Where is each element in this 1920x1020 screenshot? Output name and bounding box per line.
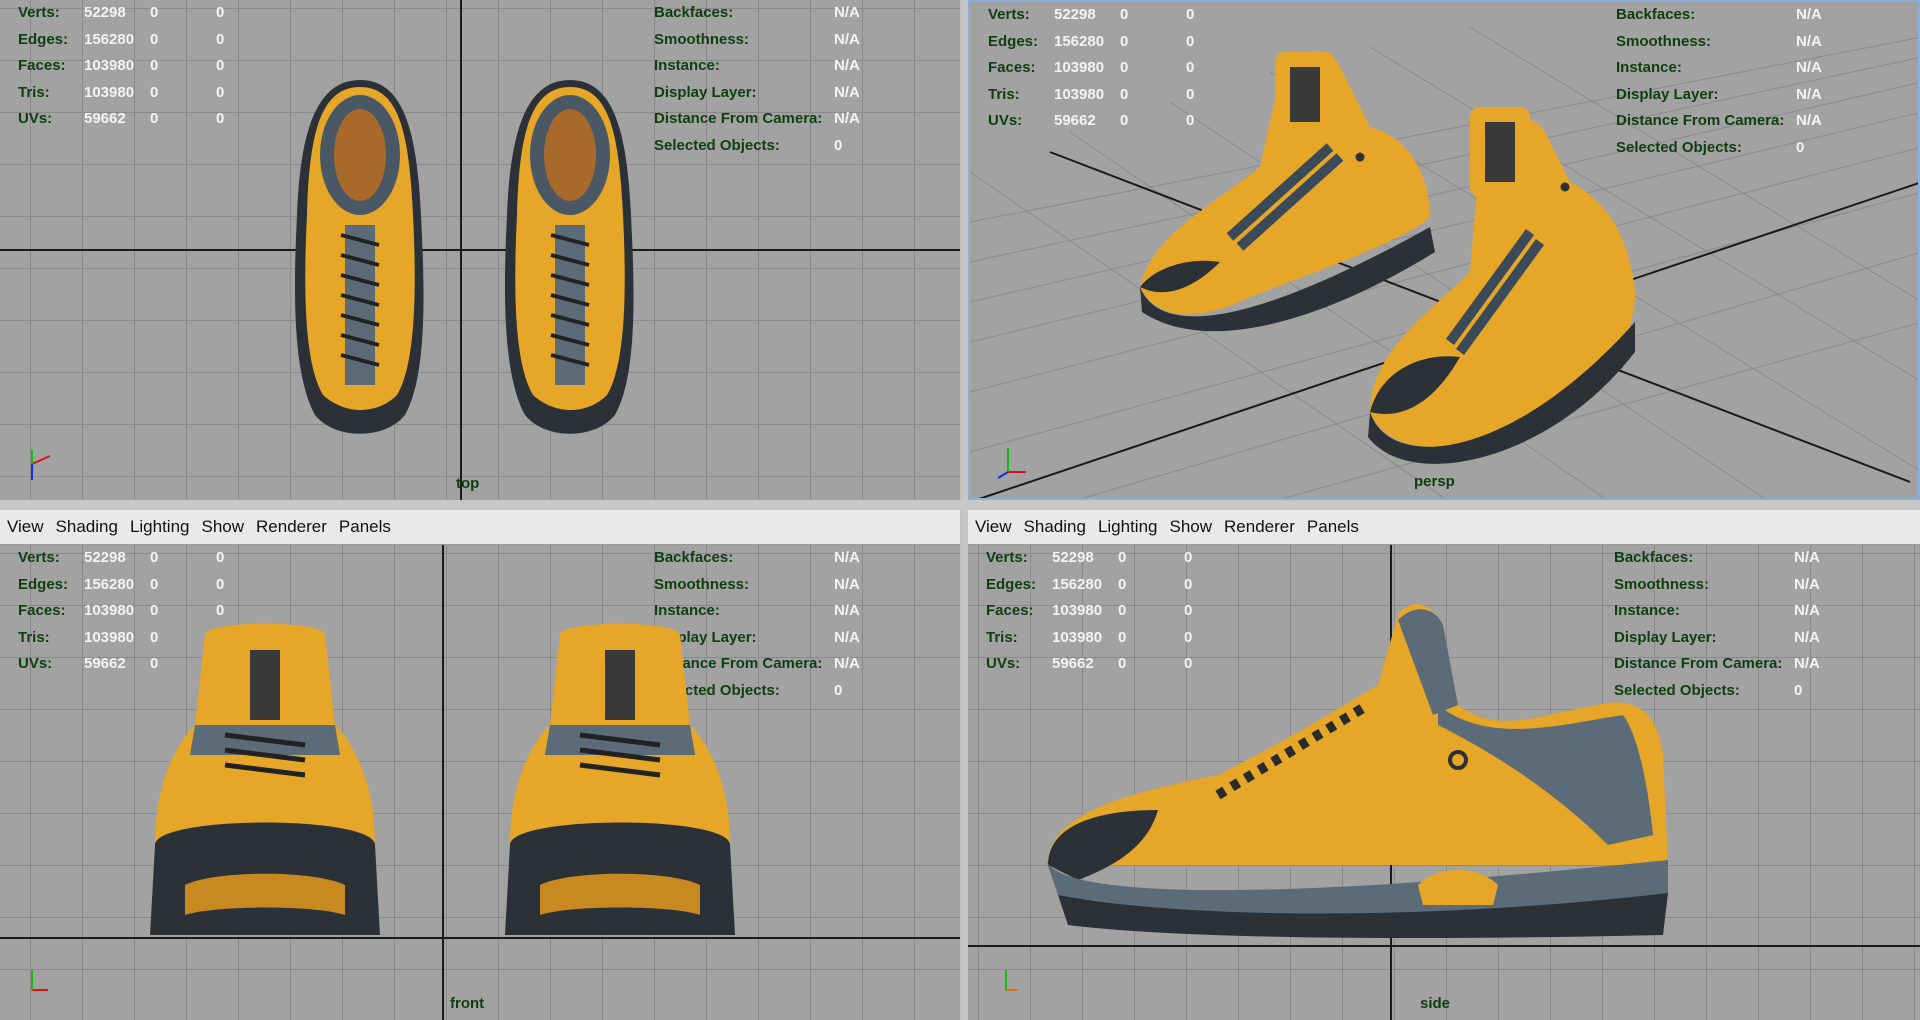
panel-menu-bar: View Shading Lighting Show Renderer Pane… (968, 510, 1920, 545)
panel-top[interactable]: Verts: 52298 0 0 Edges: 156280 0 0 Faces: 10398… (0, 0, 962, 500)
panel-menu-bar: View Shading Lighting Show Renderer Pane… (0, 510, 960, 545)
menu-view[interactable]: View (7, 517, 44, 537)
viewport-persp[interactable]: Verts: 52298 0 0 Edges: 156280 0 0 Faces: 10398… (970, 2, 1918, 498)
menu-view[interactable]: View (975, 517, 1012, 537)
axis-indicator (1005, 970, 1018, 991)
menu-renderer[interactable]: Renderer (256, 517, 327, 537)
shoe-left-front[interactable] (145, 615, 385, 940)
shoe-right-front[interactable] (500, 615, 740, 940)
hud-object-details: Backfaces: N/A Smoothness: N/A Instance: N/… (654, 4, 860, 154)
panel-side[interactable]: View Shading Lighting Show Renderer Pane… (968, 510, 1920, 1020)
shoe-right-top[interactable] (495, 75, 645, 445)
panel-front[interactable]: View Shading Lighting Show Renderer Pane… (0, 510, 962, 1020)
menu-show[interactable]: Show (1170, 517, 1213, 537)
viewport-front[interactable]: Verts: 52298 0 0 Edges: 156280 0 0 Faces: 10398… (0, 545, 960, 1020)
shoe-front-persp[interactable] (1350, 92, 1650, 472)
viewport-label-front: front (450, 995, 485, 1012)
menu-panels[interactable]: Panels (339, 517, 391, 537)
menu-panels[interactable]: Panels (1307, 517, 1359, 537)
menu-show[interactable]: Show (202, 517, 245, 537)
axis-indicator (31, 970, 48, 991)
viewport-side[interactable]: Verts: 52298 0 0 Edges: 156280 0 0 Faces: 10398… (968, 545, 1920, 1020)
hud-object-details: Backfaces: N/A Smoothness: N/A Instance: N/… (1616, 6, 1822, 156)
axis-indicator (31, 450, 51, 480)
panel-persp[interactable]: Verts: 52298 0 0 Edges: 156280 0 0 Faces: 10398… (968, 0, 1920, 500)
menu-lighting[interactable]: Lighting (130, 517, 190, 537)
viewport-label-top: top (456, 475, 480, 492)
shoe-left-top[interactable] (285, 75, 435, 445)
menu-lighting[interactable]: Lighting (1098, 517, 1158, 537)
viewport-label-side: side (1420, 995, 1451, 1012)
menu-shading[interactable]: Shading (1024, 517, 1086, 537)
shoe-side[interactable] (1038, 595, 1698, 940)
viewport-top[interactable]: Verts: 52298 0 0 Edges: 156280 0 0 Faces: 10398… (0, 0, 960, 500)
axis-indicator (997, 448, 1026, 479)
viewport-label-persp: persp (1414, 473, 1455, 490)
menu-renderer[interactable]: Renderer (1224, 517, 1295, 537)
menu-shading[interactable]: Shading (56, 517, 118, 537)
hud-poly-count: Verts: 52298 0 0 Edges: 156280 0 0 Faces: 10398… (18, 4, 225, 127)
